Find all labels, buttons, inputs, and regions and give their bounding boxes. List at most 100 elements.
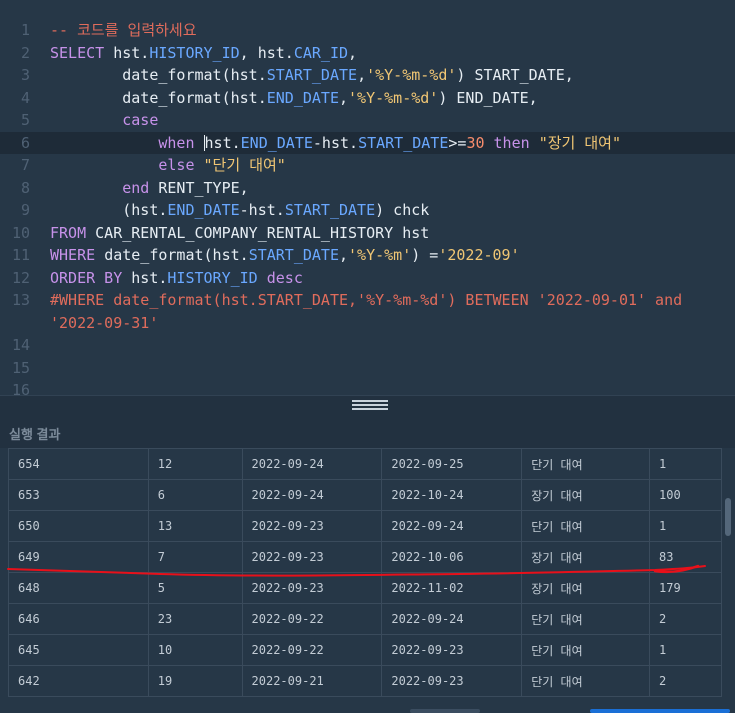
code-token: -- 코드를 입력하세요 bbox=[50, 21, 197, 39]
code-text: date_format(hst.START_DATE,'%Y-%m-%d') S… bbox=[50, 64, 574, 86]
code-editor[interactable]: 1 -- 코드를 입력하세요 2 SELECT hst.HISTORY_ID, hst… bbox=[0, 0, 735, 395]
code-line[interactable]: 16 bbox=[0, 379, 735, 395]
results-table-container: 654 12 2022-09-24 2022-09-25 단기 대여 1 653 6 2022-… bbox=[8, 448, 722, 713]
table-row: 646 23 2022-09-22 2022-09-24 단기 대여 2 bbox=[8, 603, 722, 635]
code-line[interactable]: 6 when hst.END_DATE-hst.START_DATE>=30 t… bbox=[0, 131, 735, 154]
code-token: -hst. bbox=[239, 201, 285, 219]
table-cell: 10 bbox=[147, 634, 243, 666]
table-row: 650 13 2022-09-23 2022-09-24 단기 대여 1 bbox=[8, 510, 722, 542]
table-cell: 646 bbox=[8, 603, 149, 635]
code-line[interactable]: 10 FROM CAR_RENTAL_COMPANY_RENTAL_HISTORY… bbox=[0, 222, 735, 244]
code-text: else "단기 대여" bbox=[50, 154, 286, 176]
line-number: 5 bbox=[20, 111, 30, 129]
scrollbar-thumb[interactable] bbox=[725, 498, 731, 536]
code-token: 30 bbox=[466, 133, 485, 152]
code-token: ) = bbox=[411, 246, 439, 264]
table-cell: 83 bbox=[649, 541, 722, 573]
pane-splitter[interactable] bbox=[0, 395, 735, 416]
table-cell: 642 bbox=[8, 665, 149, 697]
results-header: 실행 결과 bbox=[0, 415, 735, 448]
code-token: "장기 대여" bbox=[538, 133, 621, 152]
table-cell: 단기 대여 bbox=[521, 665, 651, 697]
table-row: 649 7 2022-09-23 2022-10-06 장기 대여 83 bbox=[8, 541, 722, 573]
footer-button[interactable] bbox=[410, 709, 480, 713]
table-cell: 649 bbox=[8, 541, 149, 573]
code-token: hst. bbox=[113, 43, 150, 62]
table-cell: 2022-09-23 bbox=[381, 634, 523, 666]
code-line[interactable]: 13 #WHERE date_format(hst.START_DATE,'%Y-… bbox=[0, 289, 735, 311]
code-text: FROM CAR_RENTAL_COMPANY_RENTAL_HISTORY h… bbox=[50, 222, 429, 244]
table-cell: 2022-09-23 bbox=[241, 541, 383, 573]
code-line[interactable]: 12 ORDER BY hst.HISTORY_ID desc bbox=[0, 267, 735, 289]
code-line[interactable]: 1 -- 코드를 입력하세요 bbox=[0, 19, 735, 41]
code-line[interactable]: 7 else "단기 대여" bbox=[0, 154, 735, 176]
code-token: '2022-09' bbox=[438, 246, 520, 264]
code-token: '%Y-%m-%d' bbox=[366, 66, 457, 84]
code-token: SELECT bbox=[50, 43, 114, 62]
table-cell: 단기 대여 bbox=[521, 634, 651, 666]
table-cell: 장기 대여 bbox=[521, 572, 651, 604]
table-cell: 650 bbox=[8, 510, 149, 542]
table-cell: 2022-09-22 bbox=[241, 634, 383, 666]
table-cell: 5 bbox=[147, 572, 243, 604]
code-token: END_DATE bbox=[240, 133, 313, 152]
line-number: 15 bbox=[11, 358, 30, 377]
table-cell: 1 bbox=[649, 448, 722, 480]
code-token: START_DATE bbox=[266, 66, 358, 84]
code-line[interactable]: '2022-09-31' bbox=[0, 312, 735, 334]
code-line[interactable]: 15 bbox=[0, 357, 735, 379]
table-cell: 23 bbox=[147, 603, 243, 635]
code-token: hst. bbox=[204, 133, 241, 152]
code-line[interactable]: 14 bbox=[0, 334, 735, 356]
results-table: 654 12 2022-09-24 2022-09-25 단기 대여 1 653 6 2022-… bbox=[8, 448, 722, 697]
code-token: ) START_DATE, bbox=[456, 66, 574, 84]
code-token: END_DATE bbox=[167, 201, 240, 219]
table-cell: 2022-10-24 bbox=[381, 479, 523, 511]
table-cell: 6 bbox=[147, 479, 243, 511]
table-cell: 2022-09-24 bbox=[381, 603, 523, 635]
code-line[interactable]: 5 case bbox=[0, 109, 735, 131]
table-cell: 2 bbox=[649, 665, 722, 697]
code-text: WHERE date_format(hst.START_DATE,'%Y-%m'… bbox=[50, 244, 520, 266]
table-cell: 1 bbox=[649, 634, 722, 666]
code-token: , bbox=[339, 246, 349, 264]
code-token: HISTORY_ID bbox=[167, 268, 258, 287]
code-token: "단기 대여" bbox=[203, 156, 286, 174]
code-line[interactable]: 2 SELECT hst.HISTORY_ID, hst.CAR_ID, bbox=[0, 42, 735, 64]
footer-submit-button[interactable] bbox=[590, 709, 730, 713]
code-token: CAR_RENTAL_COMPANY_RENTAL_HISTORY hst bbox=[95, 223, 430, 242]
resize-handle-icon[interactable] bbox=[352, 400, 388, 410]
code-token: (hst. bbox=[50, 201, 168, 219]
code-text: (hst.END_DATE-hst.START_DATE) chck bbox=[50, 199, 429, 221]
code-line[interactable]: 9 (hst.END_DATE-hst.START_DATE) chck bbox=[0, 199, 735, 221]
code-token: date_format(hst. bbox=[50, 88, 267, 107]
code-text: date_format(hst.END_DATE,'%Y-%m-%d') END… bbox=[50, 87, 537, 109]
code-token: , hst. bbox=[239, 43, 294, 62]
code-line[interactable]: 8 end RENT_TYPE, bbox=[0, 177, 735, 199]
line-number: 16 bbox=[11, 381, 30, 395]
results-scrollbar[interactable] bbox=[722, 448, 733, 713]
code-token: date_format(hst. bbox=[50, 66, 267, 84]
table-cell: 179 bbox=[649, 572, 722, 604]
code-line[interactable]: 3 date_format(hst.START_DATE,'%Y-%m-%d')… bbox=[0, 64, 735, 86]
table-cell: 2022-09-24 bbox=[241, 448, 383, 480]
code-line[interactable]: 4 date_format(hst.END_DATE,'%Y-%m-%d') E… bbox=[0, 87, 735, 109]
code-text: when hst.END_DATE-hst.START_DATE>=30 the… bbox=[50, 132, 621, 154]
code-text: ORDER BY hst.HISTORY_ID desc bbox=[50, 267, 303, 289]
line-number: 13 bbox=[11, 291, 30, 309]
code-token: '2022-09-31' bbox=[50, 313, 159, 332]
table-row: 642 19 2022-09-21 2022-09-23 단기 대여 2 bbox=[8, 665, 722, 697]
table-row: 645 10 2022-09-22 2022-09-23 단기 대여 1 bbox=[8, 634, 722, 666]
code-token: CAR_ID bbox=[293, 43, 349, 62]
code-token: HISTORY_ID bbox=[149, 43, 240, 62]
code-line[interactable]: 11 WHERE date_format(hst.START_DATE,'%Y-%… bbox=[0, 244, 735, 266]
line-number: 6 bbox=[20, 133, 30, 152]
code-token: START_DATE bbox=[358, 133, 449, 152]
code-token: #WHERE date_format(hst.START_DATE,'%Y-%m… bbox=[50, 291, 683, 309]
table-cell: 2022-09-25 bbox=[381, 448, 523, 480]
code-token: when bbox=[158, 133, 204, 152]
table-cell: 7 bbox=[147, 541, 243, 573]
